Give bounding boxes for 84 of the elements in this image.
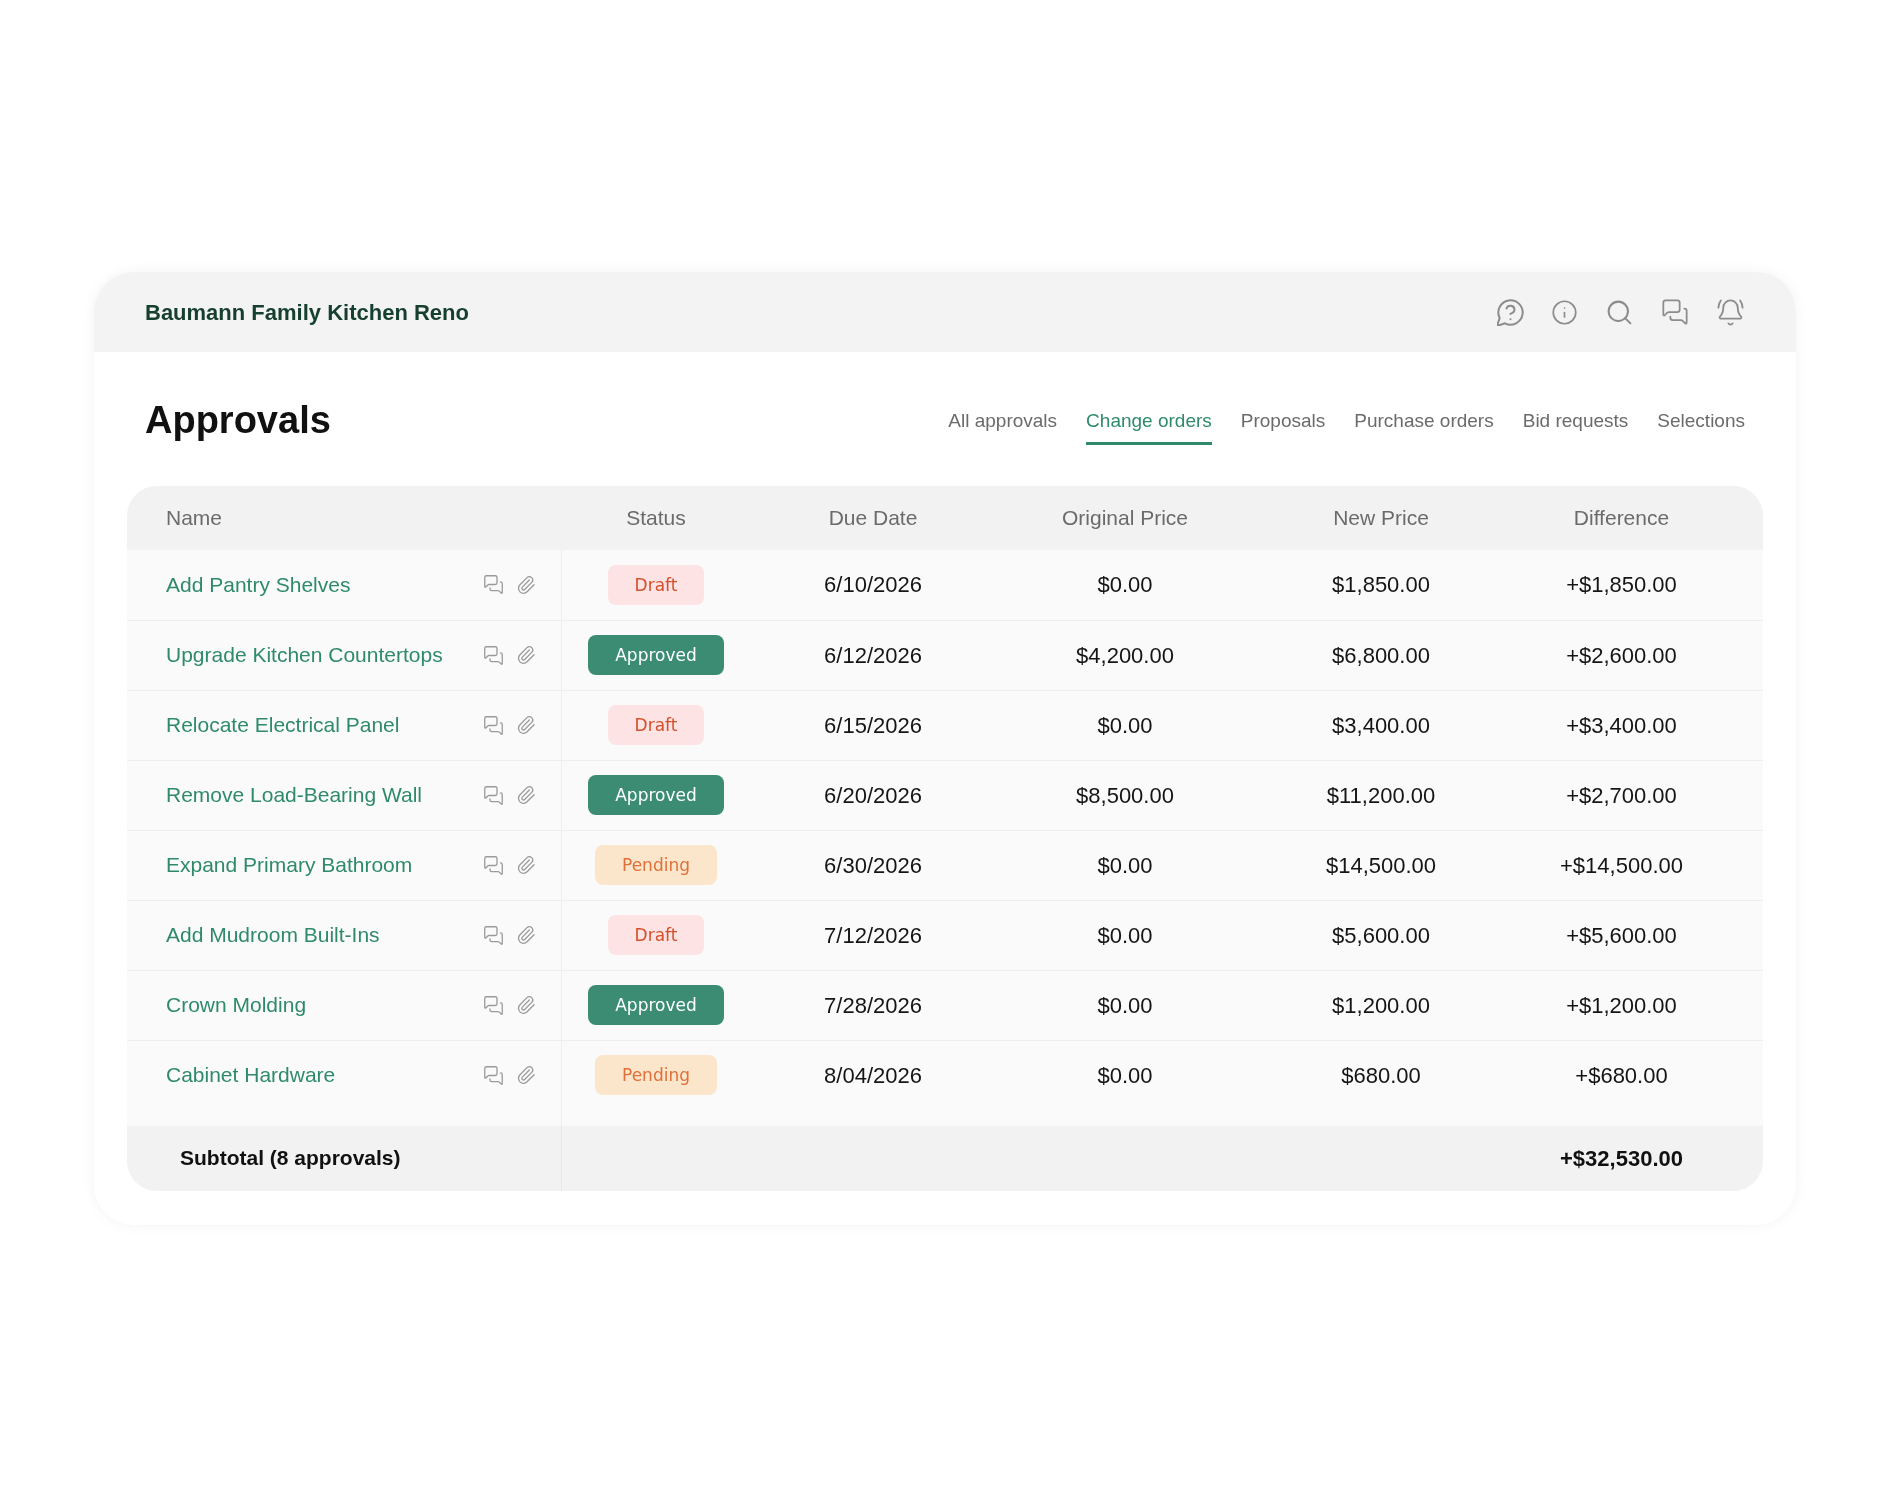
column-heading: Status (626, 504, 686, 531)
original-price-text: $0.00 (1097, 1061, 1153, 1090)
comments-icon[interactable] (483, 1064, 504, 1086)
new-price-text: $1,850.00 (1332, 571, 1430, 599)
subtotal-amount: +$32,530.00 (1560, 1144, 1683, 1173)
new-price-text: $5,600.00 (1332, 921, 1430, 950)
due-date-text: 6/10/2026 (824, 571, 922, 599)
status-badge: Draft (607, 705, 705, 745)
difference-text: +$1,200.00 (1566, 991, 1677, 1020)
original-price-text: $4,200.00 (1076, 641, 1174, 670)
due-date-text: 8/04/2026 (824, 1061, 922, 1090)
paperclip-icon[interactable] (516, 855, 536, 875)
approval-link[interactable]: Relocate Electrical Panel (166, 709, 400, 741)
difference-text: +$14,500.00 (1560, 851, 1683, 880)
bell-icon[interactable] (1716, 297, 1745, 327)
new-price-text: $1,200.00 (1332, 991, 1430, 1020)
due-date-text: 7/28/2026 (824, 991, 922, 1020)
paperclip-icon[interactable] (516, 1065, 536, 1085)
original-price-text: $0.00 (1097, 991, 1153, 1020)
due-date-text: 6/30/2026 (824, 851, 922, 880)
status-badge: Draft (607, 564, 705, 605)
original-price-text: $0.00 (1097, 571, 1153, 599)
new-price-text: $680.00 (1341, 1061, 1421, 1090)
project-title: Baumann Family Kitchen Reno (145, 298, 469, 327)
status-badge: Draft (607, 915, 705, 955)
subtotal-label: Subtotal (8 approvals) (180, 1145, 401, 1172)
tab[interactable]: Change orders (1086, 396, 1212, 445)
approval-link[interactable]: Upgrade Kitchen Countertops (166, 639, 443, 671)
comments-icon[interactable] (483, 994, 504, 1016)
original-price-text: $0.00 (1097, 921, 1153, 950)
comments-icon[interactable] (483, 644, 504, 666)
status-badge: Pending (595, 845, 717, 885)
original-price-text: $8,500.00 (1076, 781, 1174, 810)
approval-link[interactable]: Expand Primary Bathroom (166, 849, 413, 881)
original-price-text: $0.00 (1097, 711, 1153, 740)
paperclip-icon[interactable] (516, 785, 536, 805)
tab[interactable]: All approvals (948, 396, 1058, 445)
info-icon[interactable] (1551, 298, 1578, 326)
due-date-text: 6/15/2026 (824, 711, 922, 740)
column-heading: Due Date (828, 504, 918, 531)
comments-icon[interactable] (483, 924, 504, 946)
due-date-text: 7/12/2026 (824, 921, 922, 950)
paperclip-icon[interactable] (516, 715, 536, 735)
status-badge: Approved (588, 635, 724, 675)
difference-text: +$3,400.00 (1566, 711, 1677, 740)
difference-text: +$1,850.00 (1566, 571, 1677, 599)
column-heading: Difference (1573, 504, 1670, 531)
column-heading: Original Price (1061, 504, 1188, 531)
approval-link[interactable]: Crown Molding (166, 989, 307, 1021)
new-price-text: $3,400.00 (1332, 711, 1430, 740)
tab[interactable]: Purchase orders (1354, 396, 1494, 445)
tab[interactable]: Selections (1657, 396, 1745, 445)
page-title: Approvals (145, 398, 331, 444)
difference-text: +$2,600.00 (1566, 641, 1677, 670)
approval-link[interactable]: Add Mudroom Built-Ins (166, 919, 380, 951)
original-price-text: $0.00 (1097, 851, 1153, 880)
paperclip-icon[interactable] (516, 925, 536, 945)
status-badge: Approved (588, 775, 724, 815)
new-price-text: $14,500.00 (1325, 851, 1437, 880)
status-badge: Pending (595, 1055, 717, 1095)
approval-link[interactable]: Remove Load-Bearing Wall (166, 779, 422, 811)
paperclip-icon[interactable] (516, 645, 536, 665)
tab[interactable]: Bid requests (1522, 396, 1629, 445)
new-price-text: $11,200.00 (1326, 781, 1436, 810)
comments-icon[interactable] (483, 854, 504, 876)
approval-link[interactable]: Cabinet Hardware (166, 1059, 336, 1091)
status-badge: Approved (588, 985, 724, 1025)
difference-text: +$5,600.00 (1566, 921, 1677, 950)
comments-icon[interactable] (483, 784, 504, 806)
column-heading: Name (166, 504, 223, 531)
paperclip-icon[interactable] (516, 995, 536, 1015)
due-date-text: 6/20/2026 (824, 781, 922, 810)
comments-icon[interactable] (483, 714, 504, 736)
paperclip-icon[interactable] (516, 574, 536, 595)
comments-icon[interactable] (483, 574, 504, 595)
difference-text: +$2,700.00 (1566, 781, 1677, 810)
difference-text: +$680.00 (1575, 1061, 1668, 1090)
tab[interactable]: Proposals (1240, 396, 1326, 445)
help-icon[interactable] (1497, 298, 1524, 326)
column-heading: New Price (1333, 504, 1429, 531)
due-date-text: 6/12/2026 (824, 641, 922, 670)
chat-bubbles-icon[interactable] (1661, 298, 1689, 326)
approval-link[interactable]: Add Pantry Shelves (166, 568, 351, 601)
new-price-text: $6,800.00 (1332, 641, 1430, 670)
